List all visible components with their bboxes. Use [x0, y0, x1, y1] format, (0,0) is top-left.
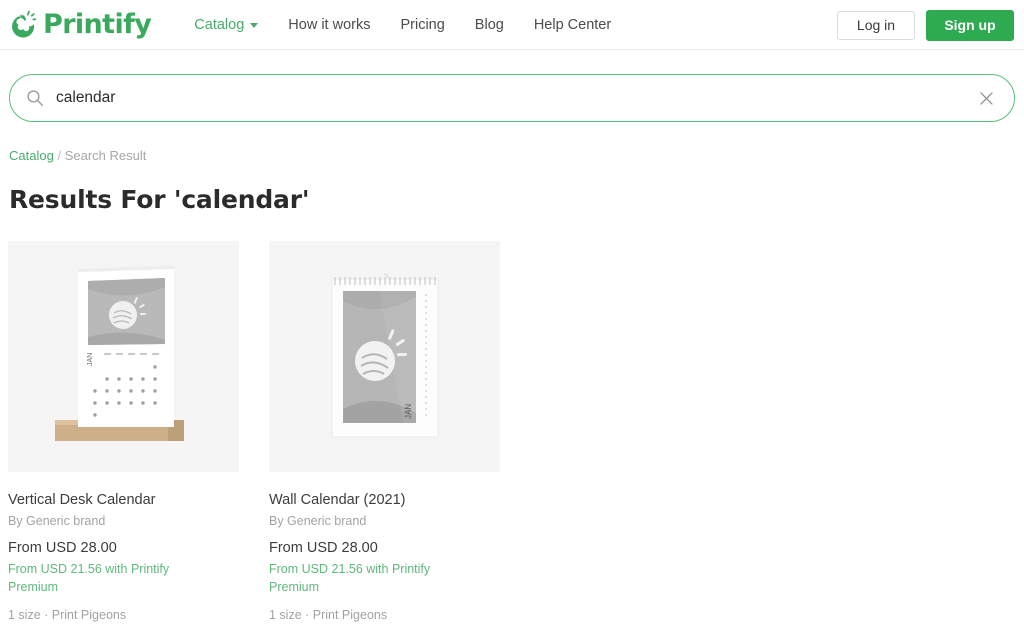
site-header: Printify Catalog How it works Pricing Bl… — [0, 0, 1024, 50]
product-image-desk-calendar: JAN — [8, 241, 239, 472]
product-title: Wall Calendar (2021) — [269, 492, 406, 508]
wall-calendar-illustration: JAN — [269, 241, 500, 472]
desk-calendar-illustration: JAN — [8, 241, 239, 472]
svg-text:JAN: JAN — [404, 404, 413, 419]
breadcrumb-catalog[interactable]: Catalog — [9, 148, 54, 163]
nav-item-blog[interactable]: Blog — [475, 17, 504, 33]
nav-item-catalog[interactable]: Catalog — [194, 16, 259, 33]
nav-item-how-it-works[interactable]: How it works — [288, 17, 370, 33]
svg-text:JAN: JAN — [87, 353, 94, 366]
nav-item-help-center[interactable]: Help Center — [534, 17, 611, 33]
search-input[interactable] — [56, 89, 978, 107]
printify-logo[interactable]: Printify — [10, 9, 152, 40]
product-image-wall-calendar: JAN — [269, 241, 500, 472]
breadcrumb: Catalog / Search Result — [9, 148, 1024, 163]
printify-logo-icon — [12, 10, 37, 37]
product-brand: By Generic brand — [269, 514, 367, 529]
product-premium-price: From USD 21.56 with Printify Premium — [269, 562, 431, 595]
search-section — [0, 50, 1024, 122]
product-card[interactable]: JAN Wall Calendar (2021) By Generic bran… — [269, 241, 500, 622]
login-button[interactable]: Log in — [837, 10, 915, 40]
product-meta: 1 size · Print Pigeons — [269, 608, 388, 623]
close-icon[interactable] — [978, 90, 995, 107]
product-meta: 1 size · Print Pigeons — [8, 608, 127, 623]
header-actions: Log in Sign up — [837, 0, 1014, 50]
breadcrumb-separator: / — [57, 148, 62, 163]
search-icon — [27, 90, 44, 107]
page-title: Results For 'calendar' — [9, 185, 310, 214]
product-title: Vertical Desk Calendar — [8, 492, 156, 508]
product-price: From USD 28.00 — [8, 540, 117, 557]
product-premium-price: From USD 21.56 with Printify Premium — [8, 562, 170, 595]
breadcrumb-current: Search Result — [64, 148, 147, 163]
signup-button[interactable]: Sign up — [926, 9, 1014, 41]
nav-item-pricing[interactable]: Pricing — [400, 17, 444, 33]
product-card[interactable]: JAN Vertical Desk Calendar By Generic br… — [8, 241, 239, 622]
product-brand: By Generic brand — [8, 514, 106, 529]
logo-wordmark: Printify — [43, 9, 152, 40]
chevron-down-icon — [250, 23, 259, 28]
product-price: From USD 28.00 — [269, 540, 378, 557]
nav-item-catalog-label: Catalog — [194, 16, 245, 33]
main-navigation: Catalog How it works Pricing Blog Help C… — [194, 17, 611, 33]
product-grid: JAN Vertical Desk Calendar By Generic br… — [8, 241, 1024, 622]
search-bar[interactable] — [9, 74, 1015, 122]
